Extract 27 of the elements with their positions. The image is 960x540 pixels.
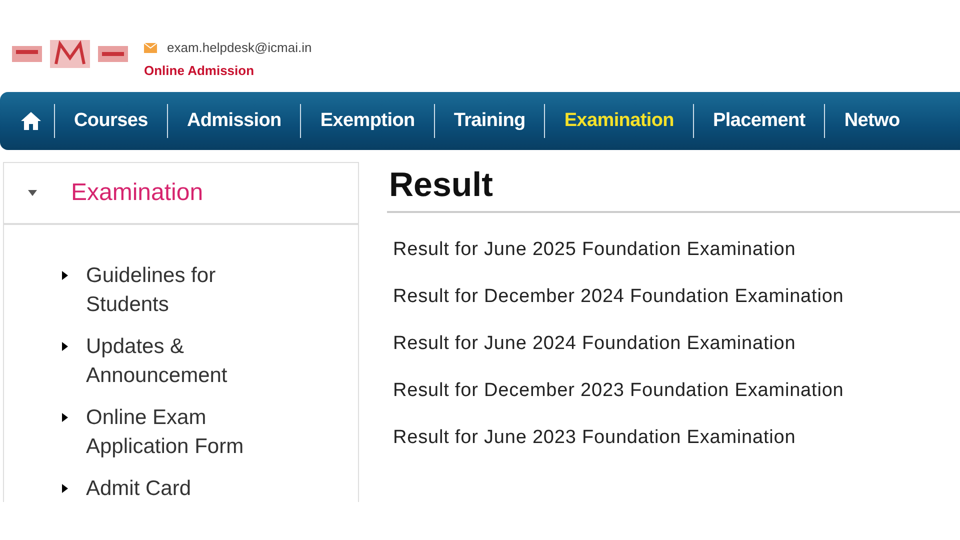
sidebar-link[interactable]: Admit Card bbox=[86, 474, 276, 503]
bullet-arrow-icon bbox=[62, 271, 68, 280]
page-heading: Result bbox=[387, 162, 960, 213]
sidebar-link[interactable]: Guidelines for Students bbox=[86, 261, 276, 319]
nav-link[interactable]: Courses bbox=[55, 110, 167, 132]
bullet-arrow-icon bbox=[62, 342, 68, 351]
nav-link[interactable]: Admission bbox=[168, 110, 300, 132]
nav-link[interactable]: Examination bbox=[545, 110, 693, 132]
nav-link[interactable]: Exemption bbox=[301, 110, 434, 132]
caret-down-icon[interactable] bbox=[28, 190, 37, 196]
online-admission-label: Online Admission bbox=[144, 63, 256, 78]
result-link[interactable]: Result for June 2025 Foundation Examination bbox=[393, 239, 960, 261]
result-link[interactable]: Result for June 2024 Foundation Examination bbox=[393, 333, 960, 355]
envelope-icon bbox=[144, 42, 157, 52]
result-link[interactable]: Result for December 2024 Foundation Examination bbox=[393, 286, 960, 308]
nav-link[interactable]: Training bbox=[434, 110, 544, 132]
bullet-arrow-icon bbox=[62, 413, 68, 422]
sidebar-link[interactable]: Online Exam Application Form bbox=[86, 403, 276, 461]
result-link[interactable]: Result for June 2023 Foundation Examination bbox=[393, 427, 960, 449]
result-link[interactable]: Result for December 2023 Foundation Examination bbox=[393, 380, 960, 402]
email-link[interactable]: exam.helpdesk@icmai.in bbox=[167, 40, 312, 55]
sidebar-title: Examination bbox=[71, 179, 204, 207]
home-icon[interactable] bbox=[20, 111, 42, 131]
nav-link[interactable]: Placement bbox=[694, 110, 824, 132]
bullet-arrow-icon bbox=[62, 484, 68, 493]
nav-link[interactable]: Netwo bbox=[825, 110, 919, 132]
sidebar-link[interactable]: Updates & Announcement bbox=[86, 332, 276, 390]
